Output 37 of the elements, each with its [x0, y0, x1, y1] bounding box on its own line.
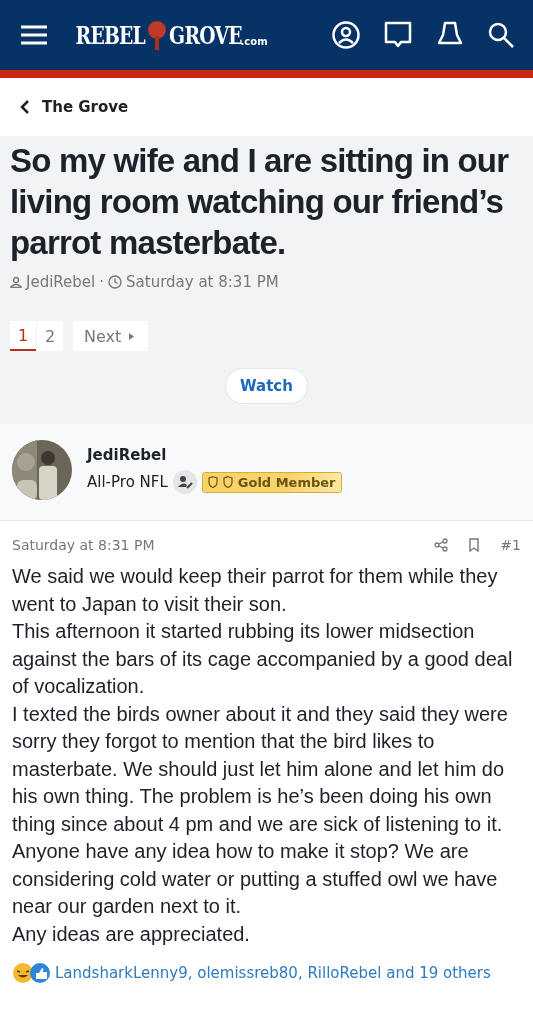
user-title: All-Pro NFL	[87, 473, 168, 491]
page-link[interactable]: 1	[10, 321, 36, 351]
search-icon[interactable]	[487, 21, 515, 49]
post-paragraph: I texted the birds owner about it and they said they were sorry they forgot to mention that the bird likes to masterbate. We should just let him alone and let him do his own thing. The problem is he’s been doing his own thing since about 4 pm and we are sick of listening to it.	[12, 701, 509, 837]
share-icon[interactable]	[434, 538, 449, 552]
bookmark-icon[interactable]	[468, 538, 481, 552]
post-date[interactable]: Saturday at 8:31 PM	[12, 537, 155, 553]
menu-icon[interactable]	[20, 24, 48, 46]
badge-label: Gold Member	[237, 474, 336, 490]
page-link[interactable]: 2	[37, 321, 63, 351]
separator-dot: ·	[99, 273, 105, 291]
thread-date[interactable]: Saturday at 8:31 PM	[126, 273, 279, 291]
post-paragraph: Anyone have any idea how to make it stop? We are considering cold water or putting a stuffed owl we have near our garden next to it.	[12, 839, 499, 919]
site-logo-text[interactable]: REBEL	[75, 21, 146, 50]
chat-icon[interactable]	[383, 20, 413, 50]
reaction-icons	[12, 962, 52, 984]
chevron-left-icon	[20, 100, 30, 114]
clock-icon	[108, 275, 123, 289]
shield-icon	[222, 476, 233, 488]
site-logo-text[interactable]: GROVE	[168, 21, 242, 50]
thread-title: So my wife and I are sitting in our living room watching our friend’s parrot masterbate.	[10, 141, 510, 263]
caret-icon	[129, 332, 135, 340]
post-paragraph: This afternoon it started rubbing its lower midsection against the bars of its cage accompanied by a good deal of vocalization.	[12, 619, 514, 699]
watch-button[interactable]: Watch	[225, 368, 308, 404]
domain-suffix: .com	[240, 36, 268, 47]
post-paragraph: Any ideas are appreciated.	[12, 921, 251, 947]
account-icon[interactable]	[331, 20, 361, 50]
reactions-link[interactable]: LandsharkLenny9, olemissreb80, RilloRebel and 19 others	[55, 964, 491, 982]
post-paragraph: We said we would keep their parrot for them while they went to Japan to visit their son.	[12, 564, 499, 617]
next-page-button[interactable]: Next	[73, 321, 149, 351]
back-link[interactable]: The Grove	[20, 98, 129, 116]
person-edit-icon	[172, 470, 197, 494]
username-link[interactable]: JediRebel	[87, 446, 342, 464]
author-link[interactable]: JediRebel	[26, 273, 96, 291]
post-number[interactable]: #1	[500, 537, 521, 553]
shield-icon	[207, 476, 218, 488]
person-icon	[10, 276, 22, 288]
